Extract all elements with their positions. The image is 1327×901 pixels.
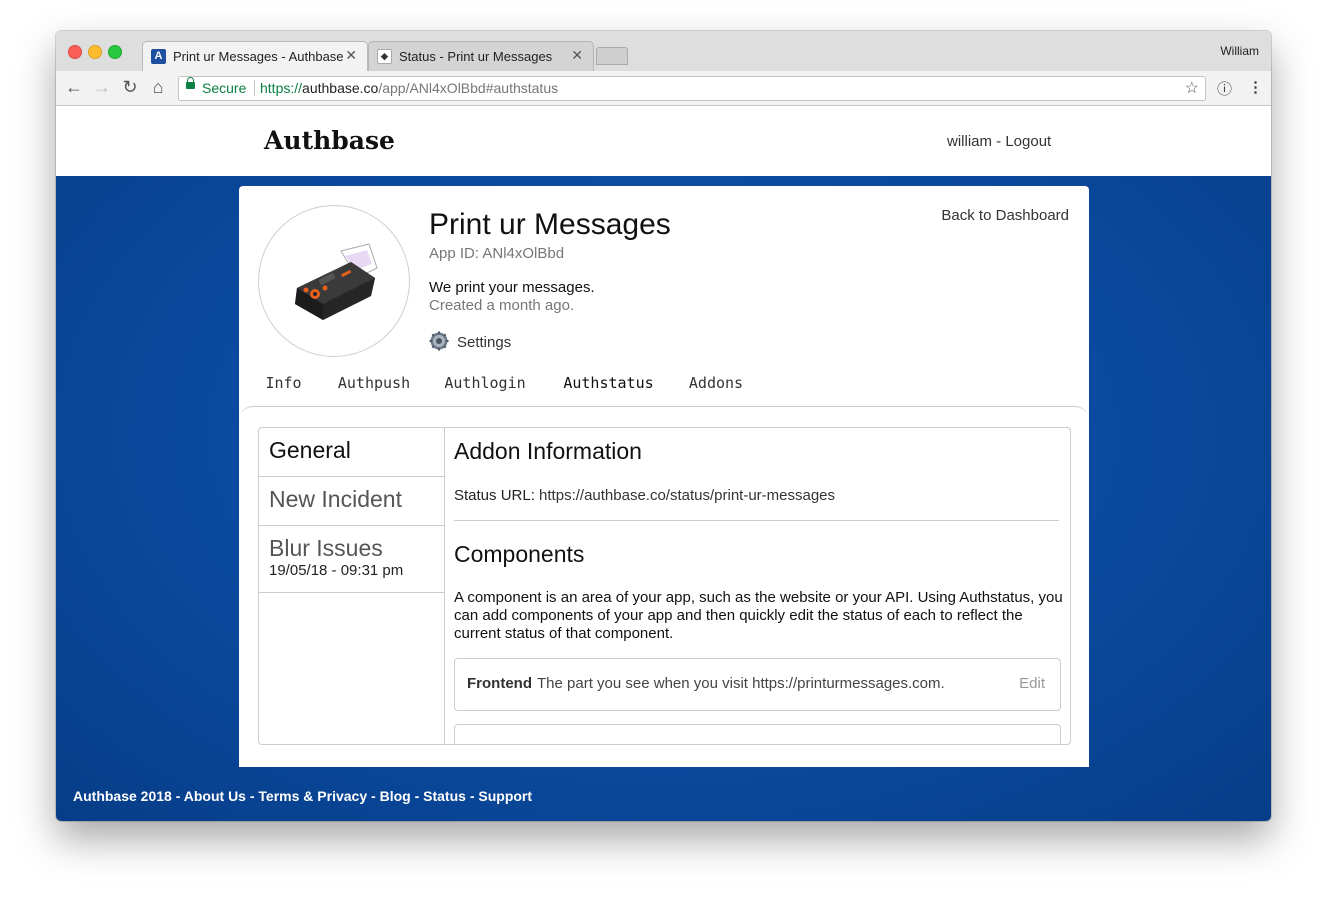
sidebar-item-label: New Incident [269,486,402,512]
sidebar-item-general[interactable]: General [259,428,445,477]
back-to-dashboard-link[interactable]: Back to Dashboard [941,207,1069,224]
app-card: Print ur Messages App ID: ANl4xOlBbd We … [239,186,1089,767]
site-footer: Authbase 2018 - About Us - Terms & Priva… [73,788,533,804]
incident-sidebar: General New Incident Blur Issues 19/05/1… [258,427,445,745]
minimize-window-button[interactable] [88,45,102,59]
url-path: /app/ANl4xOlBbd#authstatus [378,80,559,96]
address-bar[interactable]: Secure https://authbase.co/app/ANl4xOlBb… [178,76,1206,101]
site-header: Authbase william - Logout [56,106,1271,176]
addon-information-heading: Addon Information [454,438,642,464]
addon-panel: Addon Information Status URL: https://au… [444,427,1071,745]
forward-arrow-icon[interactable]: → [92,77,112,98]
footer-link-about[interactable]: About Us [184,788,246,804]
bookmark-star-icon[interactable]: ☆ [1185,78,1199,98]
component-name: Frontend [467,675,532,692]
browser-tab-authbase[interactable]: A Print ur Messages - Authbase ✕ [142,41,368,72]
authbase-favicon-icon: A [151,49,166,64]
component-card: Frontend The part you see when you visit… [454,658,1061,711]
url-text[interactable]: https://authbase.co/app/ANl4xOlBbd#auths… [260,80,558,96]
url-scheme: https:// [260,80,303,96]
settings-label: Settings [457,334,512,351]
authstatus-content: General New Incident Blur Issues 19/05/1… [239,406,1089,767]
app-title: Print ur Messages [429,208,671,241]
tab-addons[interactable]: Addons [683,374,749,410]
footer-link-terms[interactable]: Terms & Privacy [258,788,367,804]
app-id: App ID: ANl4xOlBbd [429,245,565,262]
maximize-window-button[interactable] [108,45,122,59]
sidebar-item-new-incident[interactable]: New Incident [259,477,445,526]
component-description: The part you see when you visit https://… [537,675,945,692]
site-logo[interactable]: Authbase [264,126,395,155]
status-url-row: Status URL: https://authbase.co/status/p… [454,487,835,504]
browser-tab-status[interactable]: ◆ Status - Print ur Messages ✕ [368,41,594,72]
tab-close-icon[interactable]: ✕ [345,47,357,64]
tab-info[interactable]: Info [259,374,308,410]
tab-authstatus[interactable]: Authstatus [555,374,662,410]
tab-authpush[interactable]: Authpush [326,374,422,410]
settings-link[interactable]: Settings [429,331,511,351]
components-heading: Components [454,541,585,567]
status-url-label: Status URL: [454,487,540,504]
sidebar-item-label: Blur Issues [269,535,383,561]
user-links-separator: - [992,133,1006,150]
browser-tab-title: Status - Print ur Messages [399,49,553,64]
app-created: Created a month ago. [429,297,575,314]
app-avatar [258,205,410,357]
browser-toolbar: ← → ↻ ⌂ Secure https://authbase.co/app/A… [56,71,1271,106]
tab-close-icon[interactable]: ✕ [571,47,583,64]
home-icon[interactable]: ⌂ [148,77,168,98]
secure-label: Secure [202,80,247,96]
back-arrow-icon[interactable]: ← [64,77,84,98]
extension-icon[interactable]: ⓘ [1217,78,1232,99]
component-edit-button[interactable]: Edit [1019,675,1045,692]
profile-name[interactable]: William [1220,44,1259,58]
printer-icon [295,243,378,320]
close-window-button[interactable] [68,45,82,59]
incident-date: 19/05/18 - 09:31 pm [269,562,404,579]
divider [454,520,1059,521]
sidebar-item-incident[interactable]: Blur Issues 19/05/18 - 09:31 pm [259,526,445,593]
status-favicon-icon: ◆ [377,49,392,64]
gear-icon [429,331,449,351]
component-card [454,724,1061,744]
lock-icon [186,77,195,89]
menu-kebab-icon[interactable]: ⋮ [1248,78,1263,96]
url-host: authbase.co [302,80,379,96]
reload-icon[interactable]: ↻ [120,77,140,98]
page-background: Print ur Messages App ID: ANl4xOlBbd We … [56,176,1271,821]
footer-copyright: Authbase 2018 [73,788,172,804]
username-link[interactable]: william [947,133,992,150]
url-separator [254,80,255,96]
footer-link-blog[interactable]: Blog [380,788,411,804]
new-tab-button[interactable] [596,47,628,65]
footer-link-support[interactable]: Support [478,788,532,804]
browser-tab-title: Print ur Messages - Authbase [173,49,344,64]
logout-link[interactable]: Logout [1005,133,1051,150]
user-links: william - Logout [947,133,1051,150]
sidebar-item-label: General [269,437,351,463]
footer-link-status[interactable]: Status [423,788,466,804]
status-url-link[interactable]: https://authbase.co/status/print-ur-mess… [539,487,835,504]
browser-window: A Print ur Messages - Authbase ✕ ◆ Statu… [56,31,1271,821]
tab-authlogin[interactable]: Authlogin [437,374,533,410]
components-description: A component is an area of your app, such… [454,589,1063,642]
browser-tab-strip: A Print ur Messages - Authbase ✕ ◆ Statu… [56,31,1271,72]
app-description: We print your messages. [429,279,595,296]
